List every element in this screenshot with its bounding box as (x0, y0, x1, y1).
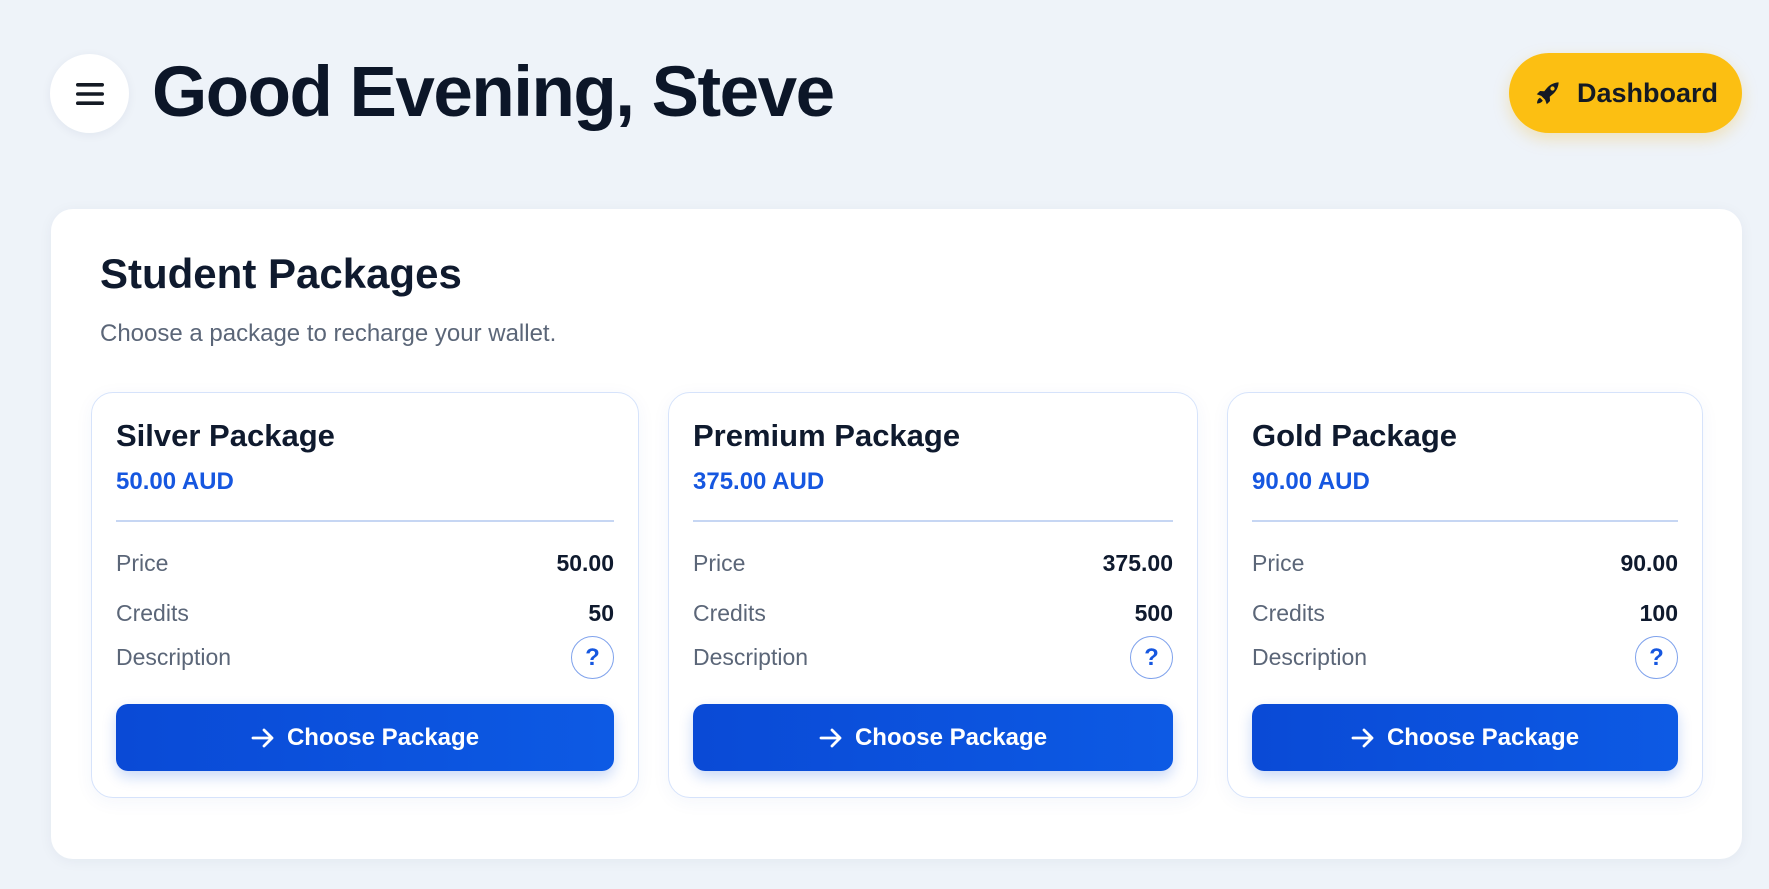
credits-label: Credits (693, 599, 766, 626)
credits-row: Credits 500 (693, 598, 1173, 628)
price-value: 50.00 (556, 549, 614, 576)
choose-package-label: Choose Package (1386, 723, 1580, 751)
choose-package-label: Choose Package (854, 723, 1048, 751)
price-label: Price (116, 549, 169, 576)
credits-label: Credits (116, 599, 189, 626)
credits-row: Credits 100 (1252, 598, 1678, 628)
package-name: Premium Package (693, 418, 961, 453)
credits-value: 100 (1639, 599, 1678, 626)
price-row: Price 50.00 (116, 548, 614, 578)
dashboard-label: Dashboard (1576, 77, 1719, 108)
description-row: Description ? (693, 636, 1173, 679)
price-row: Price 90.00 (1252, 548, 1678, 578)
choose-package-button[interactable]: Choose Package (1252, 704, 1678, 771)
package-name: Gold Package (1252, 418, 1458, 453)
price-label: Price (1252, 549, 1305, 576)
credits-value: 500 (1134, 599, 1173, 626)
question-mark-icon[interactable]: ? (1130, 636, 1173, 679)
description-row: Description ? (1252, 636, 1678, 679)
package-amount: 375.00 AUD (693, 468, 825, 495)
greeting-title: Good Evening, Steve (152, 53, 835, 132)
choose-package-button[interactable]: Choose Package (693, 704, 1173, 771)
description-label: Description (693, 644, 809, 670)
rocket-icon (1536, 82, 1559, 105)
card-divider (693, 520, 1173, 522)
price-value: 90.00 (1620, 549, 1678, 576)
hamburger-menu-icon (75, 82, 104, 105)
price-row: Price 375.00 (693, 548, 1173, 578)
package-name: Silver Package (116, 418, 335, 453)
question-mark-icon[interactable]: ? (1635, 636, 1678, 679)
credits-row: Credits 50 (116, 598, 614, 628)
dashboard-button[interactable]: Dashboard (1509, 53, 1742, 133)
credits-label: Credits (1252, 599, 1325, 626)
question-mark-icon[interactable]: ? (571, 636, 614, 679)
choose-package-label: Choose Package (286, 723, 480, 751)
price-label: Price (693, 549, 746, 576)
description-label: Description (1252, 644, 1368, 670)
description-label: Description (116, 644, 232, 670)
package-amount: 90.00 AUD (1252, 468, 1370, 495)
package-amount: 50.00 AUD (116, 468, 234, 495)
package-card-silver: Silver Package 50.00 AUD Price 50.00 Cre… (91, 392, 639, 798)
section-subtitle: Choose a package to recharge your wallet… (100, 320, 557, 347)
arrow-right-icon (1351, 728, 1374, 747)
packages-panel: Student Packages Choose a package to rec… (51, 209, 1742, 859)
package-card-premium: Premium Package 375.00 AUD Price 375.00 … (668, 392, 1198, 798)
choose-package-button[interactable]: Choose Package (116, 704, 614, 771)
card-divider (116, 520, 614, 522)
description-row: Description ? (116, 636, 614, 679)
package-card-gold: Gold Package 90.00 AUD Price 90.00 Credi… (1227, 392, 1703, 798)
section-title: Student Packages (100, 250, 462, 297)
menu-button[interactable] (50, 54, 129, 133)
arrow-right-icon (819, 728, 842, 747)
arrow-right-icon (251, 728, 274, 747)
price-value: 375.00 (1102, 549, 1173, 576)
top-bar: Good Evening, Steve Dashboard (0, 0, 1769, 190)
credits-value: 50 (588, 599, 614, 626)
card-divider (1252, 520, 1678, 522)
